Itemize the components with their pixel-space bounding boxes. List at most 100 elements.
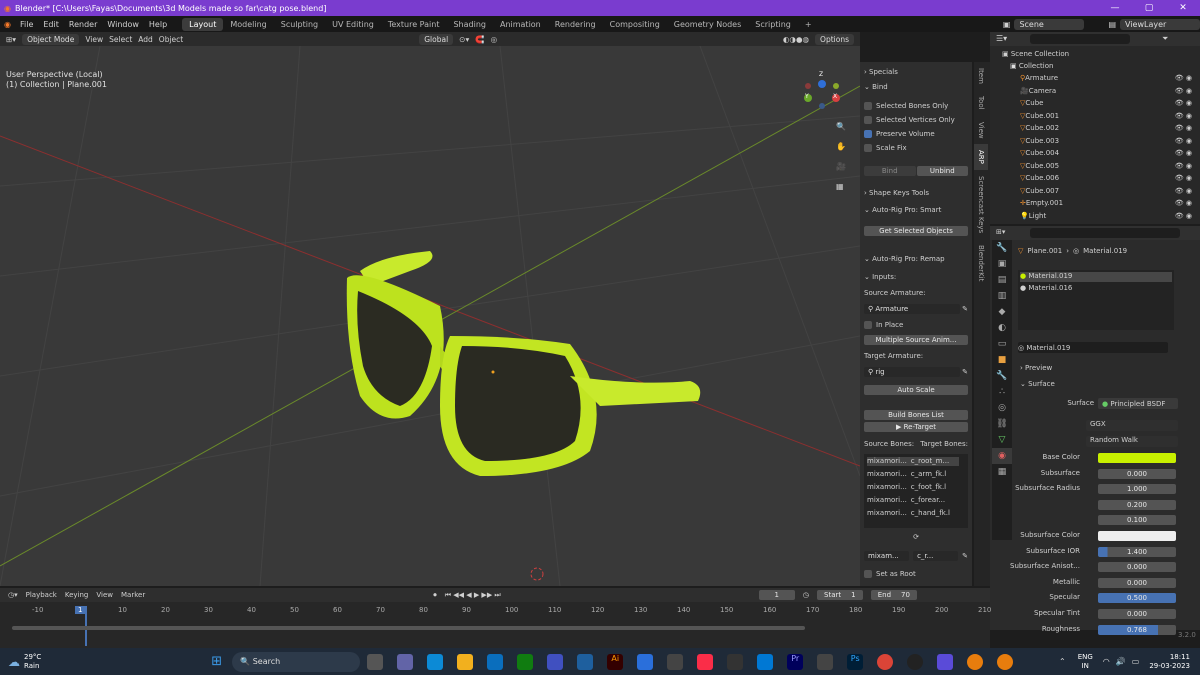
timeline[interactable]: -10 1 10 20 30 40 50 60 70 80 90 100 110 120 130 140 150… bbox=[0, 602, 991, 648]
editor-type-icon[interactable]: ⊞▾ bbox=[6, 35, 16, 44]
chrome-icon[interactable] bbox=[877, 653, 894, 670]
subsurface-method-selector[interactable]: Random Walk bbox=[1086, 436, 1178, 447]
tab-tool[interactable]: Tool bbox=[974, 90, 988, 116]
world-tab-icon[interactable]: ◐ bbox=[992, 320, 1012, 336]
tab-shading[interactable]: Shading bbox=[446, 18, 493, 31]
material-tab-icon[interactable]: ◉ bbox=[992, 448, 1012, 464]
tab-rendering[interactable]: Rendering bbox=[548, 18, 603, 31]
smart-section[interactable]: ⌄ Auto-Rig Pro: Smart bbox=[864, 204, 968, 215]
pan-hand-icon[interactable]: ✋ bbox=[836, 142, 846, 151]
visual-studio-icon[interactable] bbox=[547, 653, 564, 670]
tab-texture-paint[interactable]: Texture Paint bbox=[381, 18, 447, 31]
tab-sculpting[interactable]: Sculpting bbox=[274, 18, 325, 31]
refresh-icon[interactable]: ⟳ bbox=[864, 531, 968, 542]
modifier-tab-icon[interactable]: 🔧 bbox=[992, 368, 1012, 384]
camera-view-icon[interactable]: 🎥 bbox=[836, 162, 846, 171]
material-datablock-field[interactable]: ◎ Material.019 bbox=[1018, 342, 1168, 353]
battery-icon[interactable]: ▭ bbox=[1132, 657, 1140, 666]
outliner-item[interactable]: 💡 Light 👁 ◉ bbox=[990, 210, 1200, 222]
property-value-field[interactable]: 0.200 bbox=[1098, 499, 1176, 510]
output-tab-icon[interactable]: ▤ bbox=[992, 272, 1012, 288]
blender-active-icon[interactable] bbox=[997, 653, 1014, 670]
xbox-icon[interactable] bbox=[517, 653, 534, 670]
collection-row[interactable]: ▣ Collection bbox=[990, 60, 1200, 72]
pivot-icon[interactable]: ⊙▾ bbox=[459, 35, 469, 44]
taskbar-search[interactable]: 🔍 Search bbox=[232, 651, 361, 672]
options-button[interactable]: Options bbox=[815, 33, 854, 45]
add-workspace-icon[interactable]: + bbox=[798, 18, 819, 31]
app-icon[interactable] bbox=[937, 653, 954, 670]
app-icon[interactable] bbox=[577, 653, 594, 670]
current-frame-field[interactable]: 1 bbox=[758, 590, 795, 600]
scene-icon[interactable]: ▣ bbox=[1003, 20, 1011, 29]
properties-editor-icon[interactable]: ⊞▾ bbox=[996, 228, 1005, 236]
language-region[interactable]: IN bbox=[1078, 662, 1093, 671]
menu-render[interactable]: Render bbox=[69, 20, 97, 29]
timeline-editor-icon[interactable]: ◷▾ bbox=[8, 591, 18, 599]
scene-tab-icon[interactable]: ◆ bbox=[992, 304, 1012, 320]
remap-section[interactable]: ⌄ Auto-Rig Pro: Remap bbox=[864, 253, 968, 264]
start-menu-icon[interactable]: ⊞ bbox=[211, 654, 222, 669]
clock[interactable]: 18:11 29-03-2023 bbox=[1149, 653, 1190, 671]
source-armature-field[interactable]: ⚲ Armature bbox=[864, 303, 961, 314]
outliner-item[interactable]: ▽ Cube 👁 ◉ bbox=[990, 97, 1200, 109]
outliner-item[interactable]: ▽ Cube.006 👁 ◉ bbox=[990, 172, 1200, 184]
edge-icon[interactable] bbox=[427, 653, 444, 670]
set-as-root-checkbox[interactable]: Set as Root bbox=[864, 568, 968, 579]
mail-icon[interactable] bbox=[487, 653, 504, 670]
premiere-icon[interactable]: Pr bbox=[787, 653, 804, 670]
constraints-tab-icon[interactable]: ⛓ bbox=[992, 416, 1012, 432]
object-tab-icon[interactable]: ■ bbox=[992, 352, 1012, 368]
tab-layout[interactable]: Layout bbox=[182, 17, 224, 31]
record-icon[interactable]: ⏺ bbox=[433, 591, 437, 600]
surface-shader-field[interactable]: ● Principled BSDF bbox=[1098, 398, 1178, 409]
visibility-toggle-icon[interactable]: 👁 ◉ bbox=[1175, 162, 1192, 170]
camera-app-icon[interactable] bbox=[667, 653, 684, 670]
distribution-selector[interactable]: GGX bbox=[1086, 420, 1178, 431]
start-frame-field[interactable]: Start 1 bbox=[816, 590, 863, 600]
property-value-field[interactable]: 0.100 bbox=[1098, 515, 1176, 526]
minimize-button[interactable]: — bbox=[1098, 3, 1132, 13]
collection-tab-icon[interactable]: ▭ bbox=[992, 336, 1012, 352]
tab-view[interactable]: View bbox=[974, 116, 988, 145]
ortho-grid-icon[interactable]: ▦ bbox=[836, 182, 844, 191]
viewlayer-selector[interactable]: ViewLayer bbox=[1120, 18, 1200, 30]
language-label[interactable]: ENG bbox=[1078, 653, 1093, 662]
illustrator-icon[interactable]: Ai bbox=[607, 653, 624, 670]
outliner-item[interactable]: ▽ Cube.004 👁 ◉ bbox=[990, 147, 1200, 159]
texture-tab-icon[interactable]: ▦ bbox=[992, 464, 1012, 480]
tab-uv-editing[interactable]: UV Editing bbox=[325, 18, 381, 31]
weather-icon[interactable]: ☁ bbox=[8, 655, 20, 669]
tool-tab-icon[interactable]: 🔧 bbox=[992, 240, 1012, 256]
outliner-item[interactable]: 🎥 Camera 👁 ◉ bbox=[990, 85, 1200, 97]
preserve-volume-checkbox[interactable]: Preserve Volume bbox=[864, 128, 968, 139]
render-tab-icon[interactable]: ▣ bbox=[992, 256, 1012, 272]
app-icon[interactable] bbox=[727, 653, 744, 670]
viewlayer-icon[interactable]: ▤ bbox=[1108, 20, 1116, 29]
pair-target-field[interactable]: c_r... bbox=[913, 550, 959, 561]
property-value-field[interactable]: 0.000 bbox=[1098, 577, 1176, 588]
visibility-toggle-icon[interactable]: 👁 ◉ bbox=[1175, 174, 1192, 182]
playback-menu[interactable]: Playback bbox=[26, 591, 57, 599]
app-icon[interactable] bbox=[817, 653, 834, 670]
playback-controls[interactable]: ⏮ ◀◀ ◀ ▶ ▶▶ ⏭ bbox=[445, 591, 501, 600]
property-value-field[interactable]: 0.000 bbox=[1098, 562, 1176, 573]
teams-icon[interactable] bbox=[397, 653, 414, 670]
music-icon[interactable] bbox=[697, 653, 714, 670]
tab-item[interactable]: Item bbox=[974, 62, 988, 90]
blender-menu-icon[interactable]: ◉ bbox=[4, 20, 11, 29]
visibility-toggle-icon[interactable]: 👁 ◉ bbox=[1175, 74, 1192, 82]
subsurface-color-swatch[interactable] bbox=[1098, 531, 1176, 541]
selected-vertices-only-checkbox[interactable]: Selected Vertices Only bbox=[864, 114, 968, 125]
bone-list[interactable]: mixamori... c_root_m... mixamori... c_arm_… bbox=[864, 454, 968, 528]
base-color-swatch[interactable] bbox=[1098, 453, 1176, 463]
selected-bones-only-checkbox[interactable]: Selected Bones Only bbox=[864, 100, 968, 111]
physics-tab-icon[interactable]: ◎ bbox=[992, 400, 1012, 416]
end-frame-field[interactable]: End 70 bbox=[870, 590, 917, 600]
3d-viewport[interactable]: User Perspective (Local) (1) Collection … bbox=[0, 46, 860, 586]
tray-chevron-icon[interactable]: ⌃ bbox=[1059, 657, 1066, 666]
viewport-shading-icon[interactable]: ◐◑●◍ bbox=[783, 35, 809, 44]
property-value-field[interactable]: 0.500 bbox=[1098, 593, 1176, 604]
material-slot-list[interactable]: ● Material.019 ● Material.016 bbox=[1018, 270, 1174, 330]
outliner-item[interactable]: ▽ Cube.007 👁 ◉ bbox=[990, 185, 1200, 197]
